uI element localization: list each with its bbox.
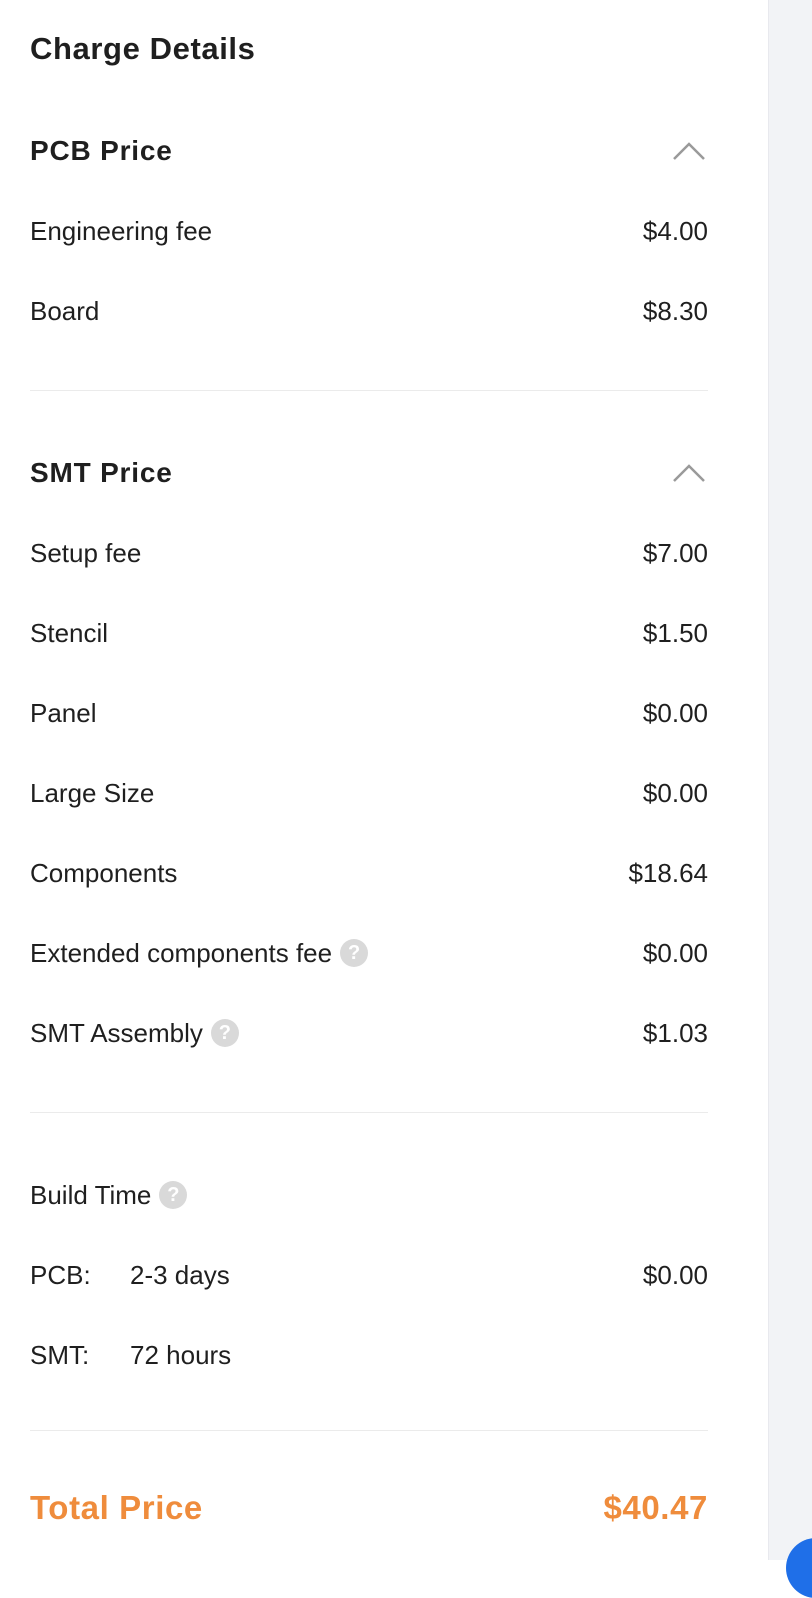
smt-row-large-size: Large Size $0.00 <box>30 776 708 810</box>
pcb-row-board: Board $8.30 <box>30 294 708 328</box>
row-value: $1.50 <box>642 618 708 648</box>
pcb-key: PCB: <box>30 1260 91 1290</box>
page-title: Charge Details <box>30 31 256 66</box>
row-value: $0.00 <box>642 938 708 968</box>
pcb-build-value: $0.00 <box>642 1260 708 1290</box>
smt-row-extended-components-fee: Extended components fee ? $0.00 <box>30 936 708 970</box>
row-label: Panel <box>30 698 97 728</box>
pcb-row-engineering-fee: Engineering fee $4.00 <box>30 214 708 248</box>
divider <box>30 1112 708 1113</box>
row-value: $1.03 <box>642 1018 708 1048</box>
smt-build-time: 72 hours <box>130 1340 232 1370</box>
row-value: $8.30 <box>642 296 708 326</box>
row-label-wrap: PCB: 2-3 days <box>30 1258 230 1292</box>
help-question-icon[interactable]: ? <box>340 939 369 967</box>
smt-row-panel: Panel $0.00 <box>30 696 708 730</box>
charge-details-panel: Charge Details PCB Price Engineering fee… <box>0 0 768 1560</box>
row-label: Setup fee <box>30 538 142 568</box>
help-question-icon[interactable]: ? <box>210 1019 239 1047</box>
smt-collapse-chevron-up-icon[interactable] <box>672 463 706 483</box>
row-label: Board <box>30 296 100 326</box>
pcb-price-title: PCB Price <box>30 135 173 166</box>
row-value: $0.00 <box>642 778 708 808</box>
smt-row-components: Components $18.64 <box>30 856 708 890</box>
row-label: Stencil <box>30 618 109 648</box>
row-label-wrap: SMT: 72 hours <box>30 1338 231 1372</box>
build-time-smt-row: SMT: 72 hours <box>30 1338 708 1372</box>
smt-row-smt-assembly: SMT Assembly ? $1.03 <box>30 1016 708 1050</box>
build-time-header: Build Time ? <box>30 1178 708 1212</box>
row-label-wrap: SMT Assembly ? <box>30 1016 239 1050</box>
row-label: Extended components fee <box>30 938 333 968</box>
row-label: Components <box>30 858 178 888</box>
smt-price-title: SMT Price <box>30 457 173 488</box>
smt-row-setup-fee: Setup fee $7.00 <box>30 536 708 570</box>
row-value: $7.00 <box>642 538 708 568</box>
smt-key: SMT: <box>30 1340 90 1370</box>
build-time-pcb-row: PCB: 2-3 days $0.00 <box>30 1258 708 1292</box>
row-value: $18.64 <box>628 858 708 888</box>
divider <box>30 1430 708 1431</box>
help-question-icon[interactable]: ? <box>159 1181 188 1209</box>
row-label: Large Size <box>30 778 155 808</box>
row-label-wrap: Extended components fee ? <box>30 936 369 970</box>
row-value: $0.00 <box>642 698 708 728</box>
row-label: SMT Assembly <box>30 1018 203 1048</box>
pcb-build-time: 2-3 days <box>130 1260 230 1290</box>
row-label-wrap: Build Time ? <box>30 1178 188 1212</box>
row-label: Engineering fee <box>30 216 213 246</box>
build-time-title: Build Time <box>30 1180 152 1210</box>
total-price-value: $40.47 <box>603 1489 708 1526</box>
smt-row-stencil: Stencil $1.50 <box>30 616 708 650</box>
right-gutter <box>768 0 812 1560</box>
divider <box>30 390 708 391</box>
pcb-collapse-chevron-up-icon[interactable] <box>672 141 706 161</box>
row-value: $4.00 <box>642 216 708 246</box>
total-price-label: Total Price <box>30 1489 203 1526</box>
